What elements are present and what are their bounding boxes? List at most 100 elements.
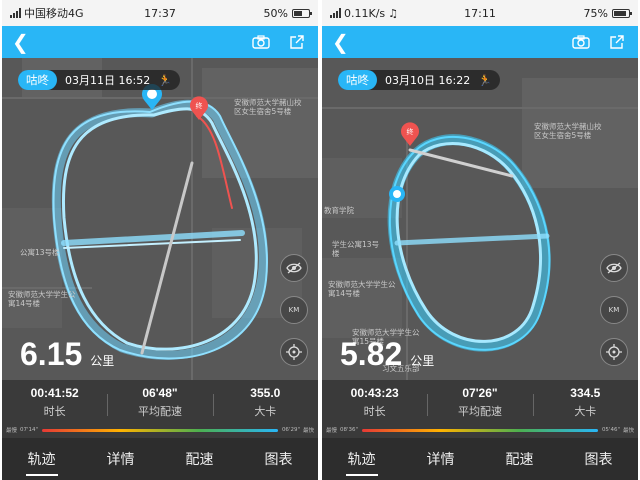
distance-unit: 公里 bbox=[90, 354, 115, 368]
stat-calories: 334.5 大卡 bbox=[532, 386, 638, 424]
battery-text: 50% bbox=[263, 6, 288, 20]
pace-legend: 最慢 07'14" 06'29" 最快 bbox=[6, 426, 314, 434]
pace-slow-label: 最慢 bbox=[6, 428, 18, 434]
km-toggle-button[interactable]: KM bbox=[600, 296, 628, 324]
stat-label: 平均配速 bbox=[457, 405, 502, 418]
stat-value: 07'26" bbox=[462, 386, 498, 400]
battery-icon bbox=[292, 8, 312, 18]
pace-slow-value: 07'14" bbox=[20, 427, 39, 433]
carrier-text: 中国移动4G bbox=[24, 7, 84, 20]
stats-panel: 00:43:23 时长 07'26" 平均配速 334.5 大卡 最慢 08'3… bbox=[322, 380, 638, 438]
network-speed-text: 0.11K/s bbox=[344, 6, 386, 20]
clock-text: 17:37 bbox=[144, 6, 176, 20]
runner-icon: 🏃 bbox=[158, 73, 172, 87]
locate-icon[interactable] bbox=[600, 338, 628, 366]
runner-icon: 🏃 bbox=[478, 73, 492, 87]
pace-fast-label: 最快 bbox=[302, 428, 314, 434]
bottom-tab-bar: 轨迹 详情 配速 图表 bbox=[2, 438, 318, 480]
map-label: 学生公寓13号楼 bbox=[332, 240, 380, 259]
route-map[interactable]: 终 安徽师范大学赭山校区女生宿舍5号楼 公寓13号楼 安徽师范大学学生公寓14号… bbox=[2, 58, 318, 380]
camera-icon[interactable] bbox=[570, 31, 592, 53]
comparison-stage: 中国移动4G 17:37 50% ❮ 终 安徽师范大学赭山校区女生宿舍5号楼 公… bbox=[0, 0, 640, 480]
pace-slow-value: 08'36" bbox=[340, 427, 359, 433]
distance-readout: 6.15 公里 bbox=[20, 336, 114, 373]
map-label: 安徽师范大学学生公寓14号楼 bbox=[328, 280, 396, 299]
distance-value: 5.82 bbox=[340, 336, 403, 372]
brand-label: 咕咚 bbox=[18, 70, 57, 90]
brand-label: 咕咚 bbox=[338, 70, 377, 90]
km-label: KM bbox=[288, 306, 300, 314]
back-button[interactable]: ❮ bbox=[12, 32, 36, 52]
distance-value: 6.15 bbox=[20, 336, 83, 372]
start-marker bbox=[389, 186, 405, 202]
stat-pace: 07'26" 平均配速 bbox=[427, 386, 532, 424]
stat-label: 大卡 bbox=[254, 405, 277, 418]
stat-value: 06'48" bbox=[142, 386, 178, 400]
map-label: 安徽师范大学赭山校区女生宿舍5号楼 bbox=[534, 122, 602, 141]
stat-calories: 355.0 大卡 bbox=[212, 386, 318, 424]
battery-text: 75% bbox=[583, 6, 608, 20]
svg-text:终: 终 bbox=[407, 127, 414, 136]
km-label: KM bbox=[608, 306, 620, 314]
pace-slow-label: 最慢 bbox=[326, 428, 338, 434]
tab-pace[interactable]: 配速 bbox=[480, 438, 559, 480]
tab-charts[interactable]: 图表 bbox=[239, 438, 318, 480]
tab-track[interactable]: 轨迹 bbox=[2, 438, 81, 480]
share-icon[interactable] bbox=[286, 31, 308, 53]
stat-label: 大卡 bbox=[574, 405, 597, 418]
tab-pace[interactable]: 配速 bbox=[160, 438, 239, 480]
hide-eye-icon[interactable] bbox=[280, 254, 308, 282]
stat-pace: 06'48" 平均配速 bbox=[107, 386, 212, 424]
share-icon[interactable] bbox=[606, 31, 628, 53]
locate-icon[interactable] bbox=[280, 338, 308, 366]
camera-icon[interactable] bbox=[250, 31, 272, 53]
tab-track[interactable]: 轨迹 bbox=[322, 438, 401, 480]
stat-label: 时长 bbox=[363, 405, 386, 418]
stat-label: 平均配速 bbox=[137, 405, 182, 418]
battery-icon bbox=[612, 8, 632, 18]
app-bar: ❮ bbox=[2, 26, 318, 58]
run-date-pill: 咕咚 03月11日 16:52 🏃 bbox=[18, 70, 180, 90]
pace-legend: 最慢 08'36" 05'46" 最快 bbox=[326, 426, 634, 434]
phone-screen-right: 0.11K/s ♫ 17:11 75% ❮ 终 安徽师范大学赭山校区女生宿舍5号… bbox=[322, 0, 638, 480]
pace-gradient bbox=[42, 428, 278, 432]
map-label: 公寓13号楼 bbox=[20, 248, 60, 257]
music-note-icon: ♫ bbox=[388, 6, 399, 20]
route-map[interactable]: 终 安徽师范大学赭山校区女生宿舍5号楼 教育学院 学生公寓13号楼 安徽师范大学… bbox=[322, 58, 638, 380]
stat-value: 334.5 bbox=[570, 386, 601, 400]
stat-value: 00:41:52 bbox=[30, 386, 79, 400]
run-date: 03月11日 16:52 bbox=[65, 74, 151, 87]
map-label: 教育学院 bbox=[324, 206, 354, 215]
run-date: 03月10日 16:22 bbox=[385, 74, 471, 87]
tab-charts[interactable]: 图表 bbox=[559, 438, 638, 480]
svg-text:终: 终 bbox=[196, 101, 203, 110]
pace-fast-value: 05'46" bbox=[601, 427, 620, 433]
pace-gradient bbox=[362, 428, 598, 432]
stat-value: 355.0 bbox=[250, 386, 281, 400]
status-bar: 中国移动4G 17:37 50% bbox=[2, 0, 318, 26]
map-label: 安徽师范大学学生公寓14号楼 bbox=[8, 290, 76, 309]
distance-readout: 5.82 公里 bbox=[340, 336, 434, 373]
bottom-tab-bar: 轨迹 详情 配速 图表 bbox=[322, 438, 638, 480]
hide-eye-icon[interactable] bbox=[600, 254, 628, 282]
status-bar: 0.11K/s ♫ 17:11 75% bbox=[322, 0, 638, 26]
stat-duration: 00:41:52 时长 bbox=[2, 386, 107, 424]
km-toggle-button[interactable]: KM bbox=[280, 296, 308, 324]
signal-icon bbox=[10, 8, 21, 18]
clock-text: 17:11 bbox=[464, 6, 496, 20]
signal-icon bbox=[330, 8, 341, 18]
tab-details[interactable]: 详情 bbox=[401, 438, 480, 480]
run-date-pill: 咕咚 03月10日 16:22 🏃 bbox=[338, 70, 500, 90]
distance-unit: 公里 bbox=[410, 354, 435, 368]
stat-duration: 00:43:23 时长 bbox=[322, 386, 427, 424]
map-label: 安徽师范大学赭山校区女生宿舍5号楼 bbox=[234, 98, 302, 117]
back-button[interactable]: ❮ bbox=[332, 32, 356, 52]
pace-fast-label: 最快 bbox=[622, 428, 634, 434]
pace-fast-value: 06'29" bbox=[281, 427, 300, 433]
app-bar: ❮ bbox=[322, 26, 638, 58]
phone-screen-left: 中国移动4G 17:37 50% ❮ 终 安徽师范大学赭山校区女生宿舍5号楼 公… bbox=[2, 0, 318, 480]
stat-label: 时长 bbox=[43, 405, 66, 418]
stats-panel: 00:41:52 时长 06'48" 平均配速 355.0 大卡 最慢 07'1… bbox=[2, 380, 318, 438]
tab-details[interactable]: 详情 bbox=[81, 438, 160, 480]
stat-value: 00:43:23 bbox=[350, 386, 399, 400]
